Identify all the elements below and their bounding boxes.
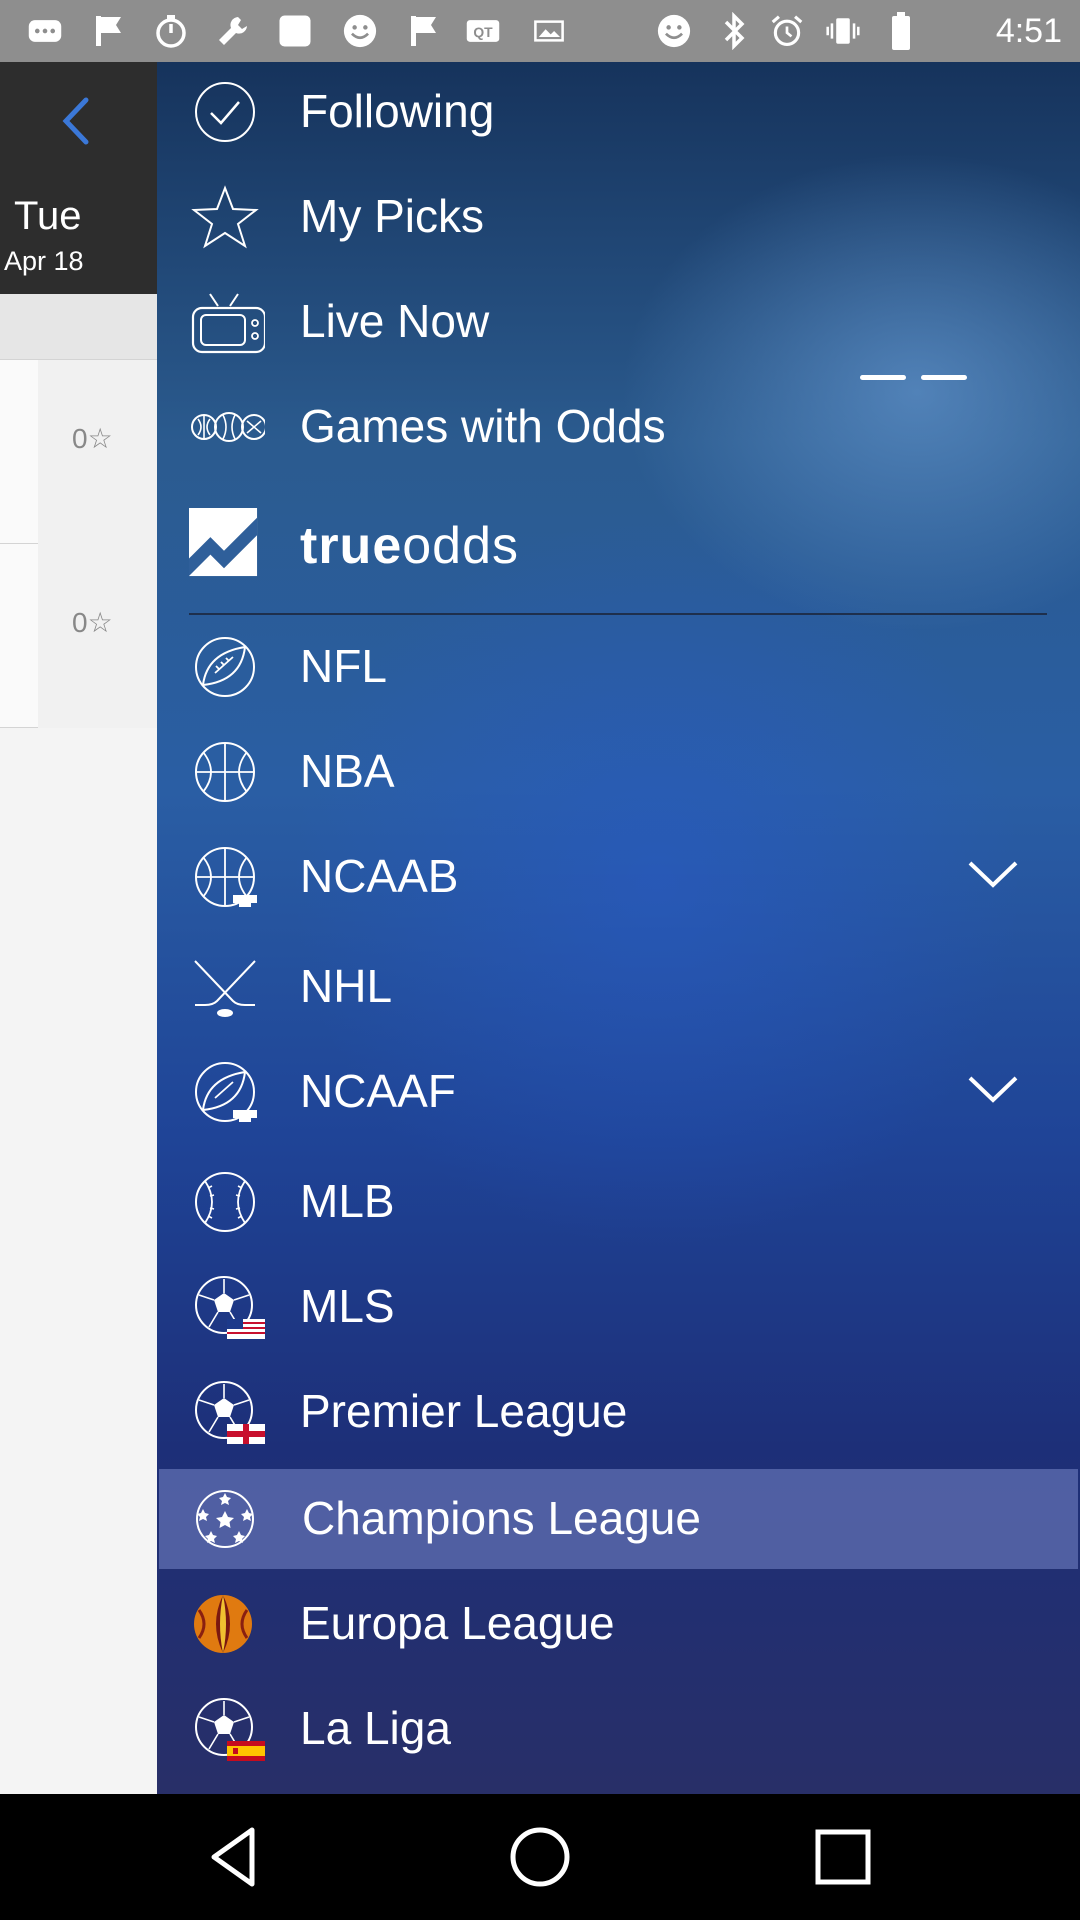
wrench-icon <box>216 14 250 48</box>
baseball-icon <box>195 1172 255 1232</box>
checkmark-circle-icon <box>195 82 255 142</box>
menu-divider <box>189 613 1047 615</box>
soccer-usa-icon <box>195 1276 265 1339</box>
menu-label: La Liga <box>300 1702 451 1754</box>
menu-item-my-picks[interactable]: My Picks <box>157 167 1080 267</box>
tv-icon <box>191 293 265 354</box>
date-date: Apr 18 <box>4 246 84 276</box>
menu-item-nba[interactable]: NBA <box>157 722 1080 822</box>
menu-item-la-liga[interactable]: La Liga <box>157 1679 1080 1779</box>
battery-icon <box>884 12 918 50</box>
menu-item-live-now[interactable]: Live Now <box>157 272 1080 372</box>
game-row[interactable]: 0☆ <box>0 360 157 544</box>
trueodds-logo-icon <box>189 508 258 577</box>
qt-icon: QT <box>466 14 500 48</box>
odds-balls-icon <box>191 412 265 442</box>
basketball-icon <box>195 742 255 802</box>
menu-item-mlb[interactable]: MLB <box>157 1152 1080 1252</box>
soccer-england-icon <box>195 1381 265 1444</box>
college-basketball-icon <box>195 847 257 907</box>
soccer-spain-icon <box>195 1698 265 1761</box>
menu-item-ncaab[interactable]: NCAAB <box>157 827 1080 927</box>
menu-label: Following <box>300 85 495 137</box>
status-bar: QT 4:51 <box>0 0 1080 62</box>
pick-count: 0☆ <box>72 607 113 638</box>
menu-item-games-with-odds[interactable]: Games with Odds <box>157 377 1080 477</box>
navigation-drawer: Following My Picks Live Now Games with O… <box>157 62 1080 1794</box>
section-header <box>0 294 157 360</box>
date-selector[interactable]: Tue Apr 18 <box>0 178 157 294</box>
college-football-icon <box>195 1062 257 1122</box>
chevron-down-icon[interactable] <box>966 1072 1020 1106</box>
smiley-icon <box>657 14 691 48</box>
menu-item-following[interactable]: Following <box>157 62 1080 162</box>
menu-label: NBA <box>300 745 395 797</box>
game-row[interactable]: 0☆ <box>0 544 157 728</box>
menu-label: Live Now <box>300 295 490 347</box>
menu-item-europa-league[interactable]: Europa League <box>157 1574 1080 1674</box>
square-icon <box>278 14 312 48</box>
star-icon <box>191 185 259 249</box>
alarm-icon <box>770 14 804 48</box>
system-navigation-bar <box>0 1794 1080 1920</box>
back-icon[interactable] <box>200 1824 270 1890</box>
menu-label: NCAAF <box>300 1065 456 1117</box>
menu-label: MLS <box>300 1280 395 1332</box>
menu-item-nfl[interactable]: NFL <box>157 617 1080 717</box>
menu-label: Games with Odds <box>300 400 666 452</box>
date-day: Tue <box>14 194 82 238</box>
menu-item-champions-league[interactable]: Champions League <box>159 1469 1078 1569</box>
more-icon <box>28 14 62 48</box>
menu-label: Premier League <box>300 1385 628 1437</box>
svg-text:QT: QT <box>473 24 493 40</box>
menu-item-nhl[interactable]: NHL <box>157 937 1080 1037</box>
menu-item-trueodds[interactable]: trueodds <box>157 494 1080 594</box>
home-icon[interactable] <box>505 1824 575 1890</box>
chevron-down-icon[interactable] <box>966 857 1020 891</box>
menu-label: Europa League <box>300 1597 615 1649</box>
football-icon <box>195 637 255 697</box>
menu-label: NFL <box>300 640 387 692</box>
hockey-icon <box>194 960 256 1017</box>
smiley-icon <box>343 14 377 48</box>
flag-icon <box>407 14 441 48</box>
back-button[interactable] <box>0 62 157 178</box>
recents-icon[interactable] <box>808 1824 878 1890</box>
clock-time: 4:51 <box>995 12 1062 50</box>
menu-label: Champions League <box>302 1492 701 1544</box>
vibrate-icon <box>826 14 860 48</box>
menu-label: MLB <box>300 1175 395 1227</box>
champions-ball-icon <box>196 1490 254 1548</box>
menu-label: NHL <box>300 960 393 1012</box>
flag-icon <box>92 14 126 48</box>
main-content-panel: Tue Apr 18 0☆ 0☆ <box>0 62 157 1794</box>
bluetooth-icon <box>718 12 752 50</box>
menu-label: My Picks <box>300 190 484 242</box>
image-icon <box>532 14 566 48</box>
menu-item-premier-league[interactable]: Premier League <box>157 1362 1080 1462</box>
trueodds-wordmark: trueodds <box>300 517 520 575</box>
pick-count: 0☆ <box>72 423 113 454</box>
timer-icon <box>154 14 188 48</box>
menu-item-mls[interactable]: MLS <box>157 1257 1080 1357</box>
chevron-left-icon <box>62 97 89 145</box>
menu-item-ncaaf[interactable]: NCAAF <box>157 1042 1080 1142</box>
europa-ball-icon <box>194 1595 252 1653</box>
menu-label: NCAAB <box>300 850 459 902</box>
